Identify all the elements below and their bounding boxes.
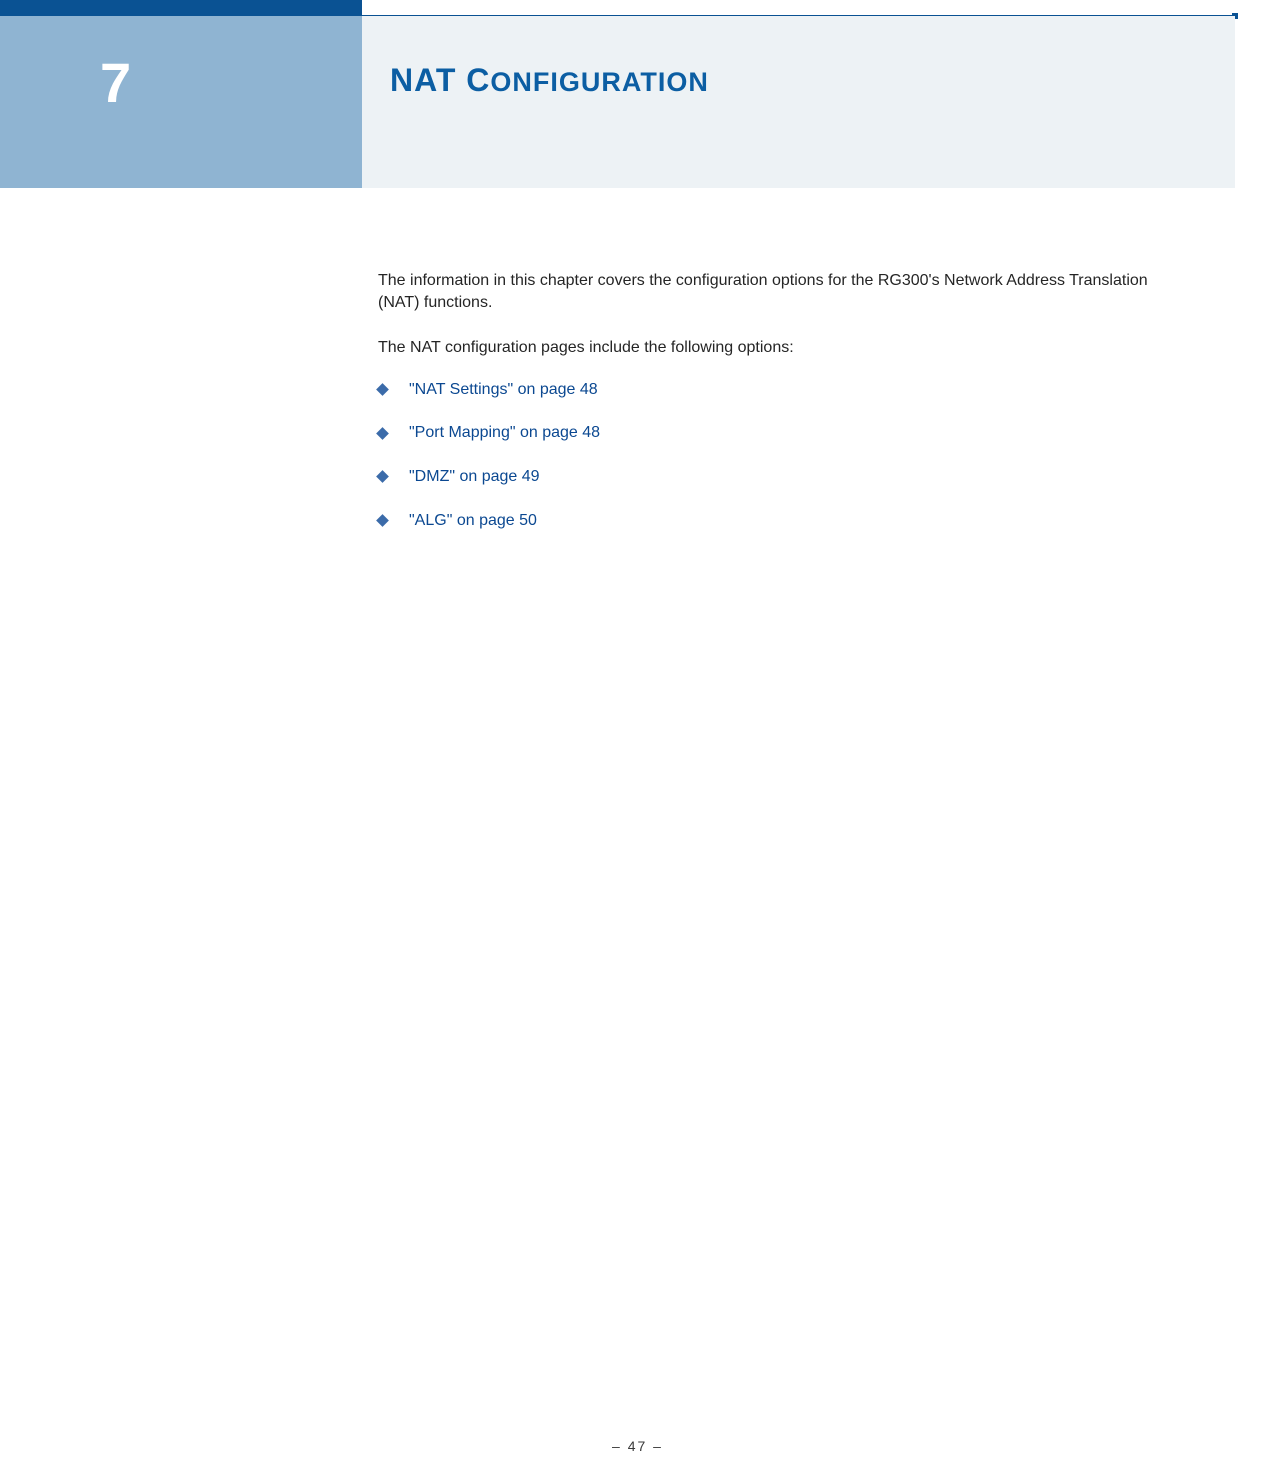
diamond-bullet-icon [376, 383, 389, 396]
intro-paragraph-2: The NAT configuration pages include the … [378, 337, 1175, 359]
link-text: "NAT Settings" on page 48 [409, 379, 598, 401]
top-bar-accent [0, 0, 362, 16]
link-text: "Port Mapping" on page 48 [409, 422, 600, 444]
diamond-bullet-icon [376, 514, 389, 527]
link-list: "NAT Settings" on page 48 "Port Mapping"… [378, 379, 1175, 531]
link-text: "ALG" on page 50 [409, 510, 537, 532]
diamond-bullet-icon [376, 470, 389, 483]
link-item[interactable]: "DMZ" on page 49 [378, 466, 1175, 488]
link-item[interactable]: "Port Mapping" on page 48 [378, 422, 1175, 444]
intro-paragraph-1: The information in this chapter covers t… [378, 270, 1175, 313]
chapter-title-block: NAT CONFIGURATION [362, 16, 1235, 188]
chapter-number: 7 [100, 50, 132, 115]
chapter-title-suffix: ONFIGURATION [490, 67, 708, 97]
diamond-bullet-icon [376, 427, 389, 440]
link-item[interactable]: "NAT Settings" on page 48 [378, 379, 1175, 401]
chapter-number-block: 7 [0, 16, 362, 188]
page-footer: – 47 – [0, 1438, 1275, 1454]
link-item[interactable]: "ALG" on page 50 [378, 510, 1175, 532]
link-text: "DMZ" on page 49 [409, 466, 540, 488]
page-content: The information in this chapter covers t… [378, 270, 1175, 553]
chapter-title-prefix: NAT C [390, 62, 490, 98]
chapter-title: NAT CONFIGURATION [390, 62, 709, 99]
